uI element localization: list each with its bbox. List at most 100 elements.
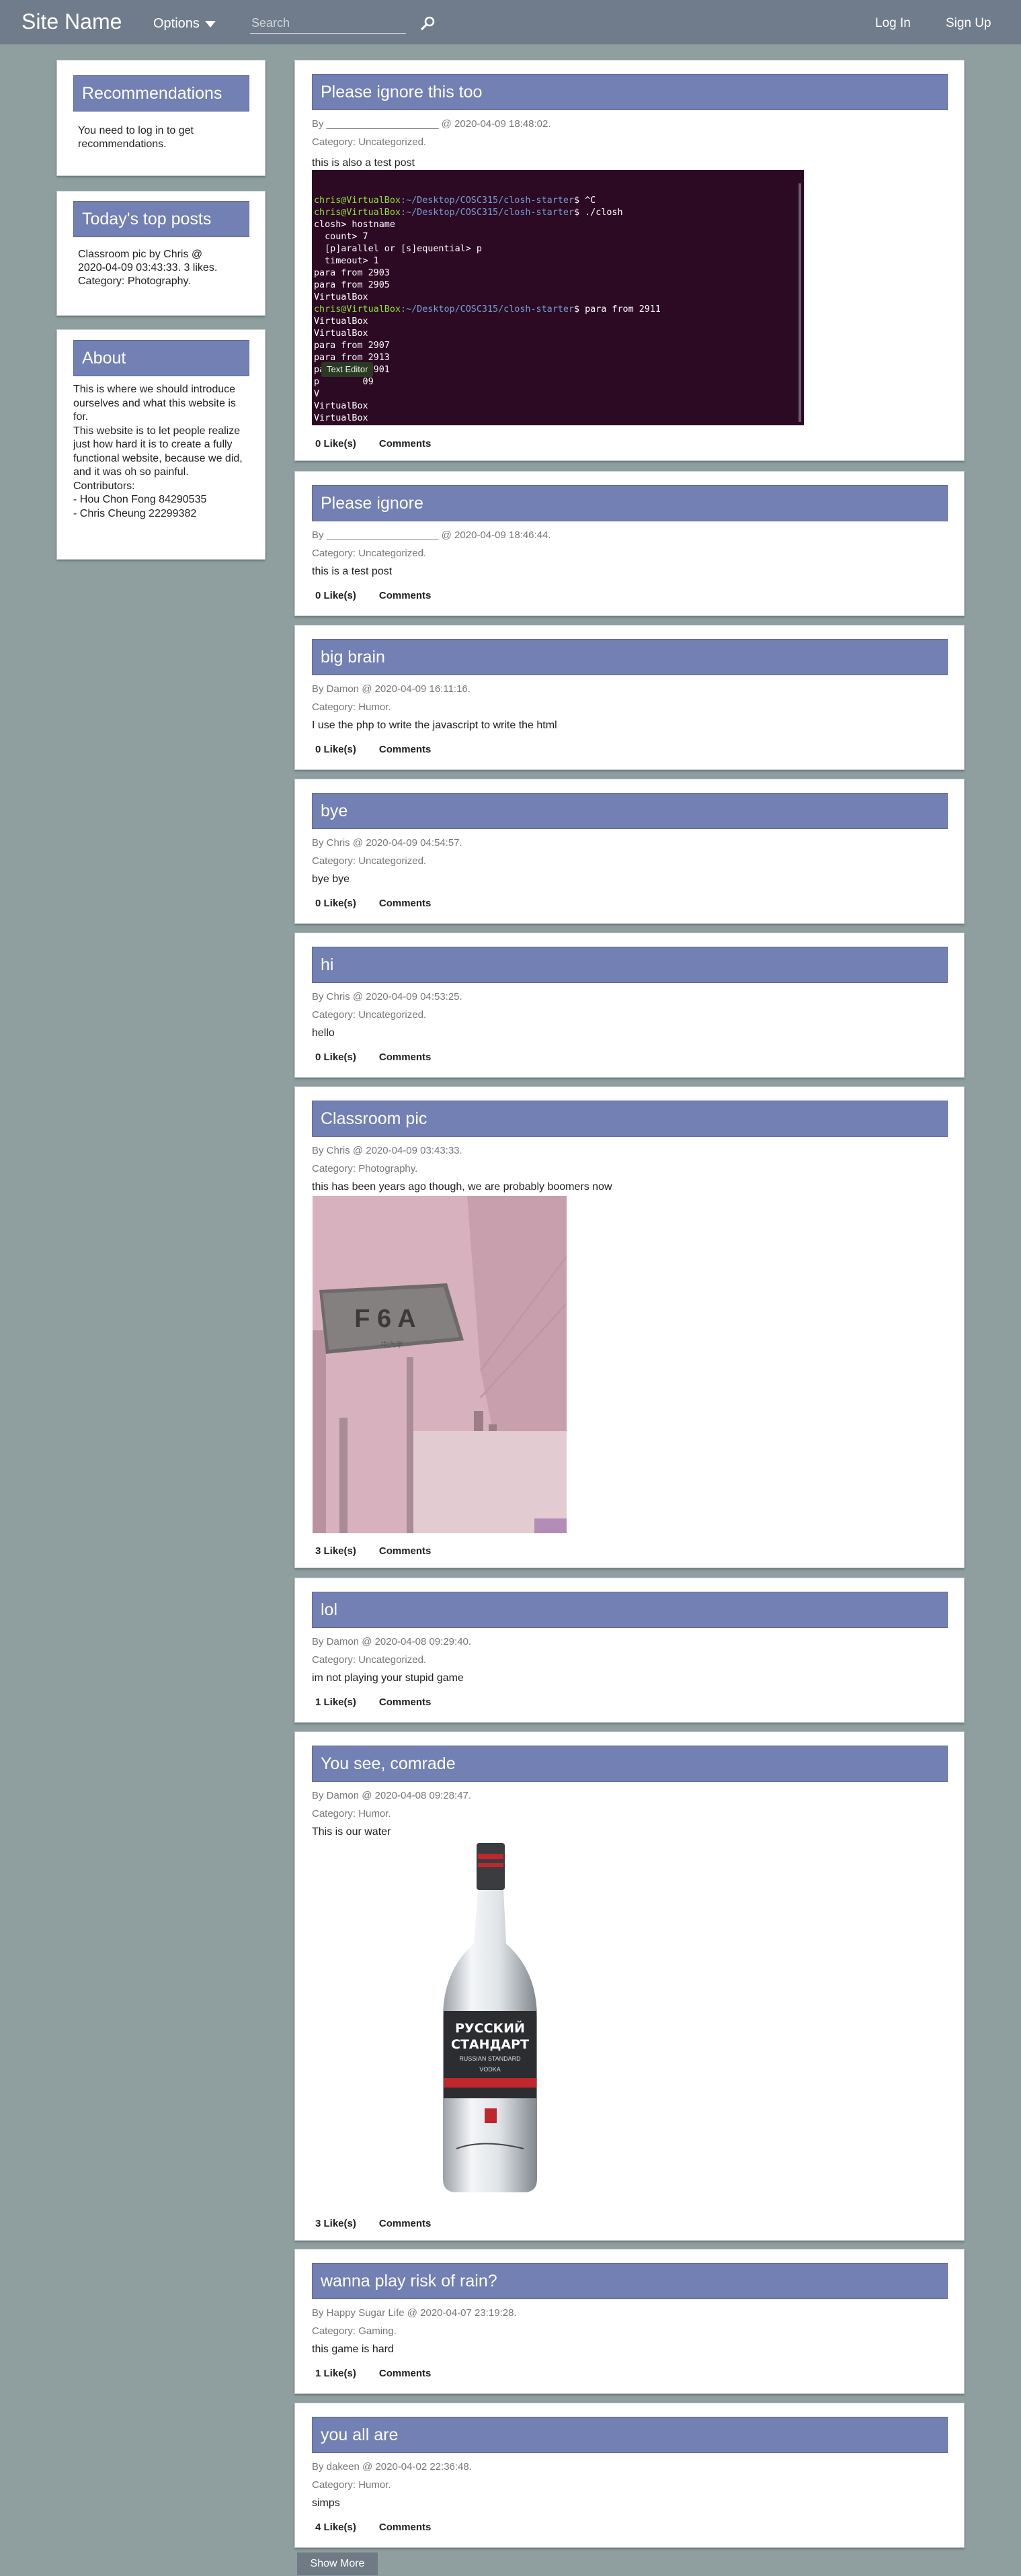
like-button[interactable]: 0 Like(s): [315, 744, 356, 755]
post-category: Category: Uncategorized.: [312, 136, 427, 148]
search-icon[interactable]: [419, 15, 437, 32]
terminal-line: count> 7: [314, 232, 368, 242]
post-title[interactable]: lol: [312, 1592, 948, 1628]
post-meta: By Happy Sugar Life @ 2020-04-07 23:19:2…: [312, 2307, 517, 2319]
post-meta: By ____________________ @ 2020-04-09 18:…: [312, 529, 551, 541]
about-panel: About This is where we should introduce o…: [56, 329, 266, 560]
show-more-button[interactable]: Show More: [297, 2552, 378, 2575]
about-text: This is where we should introduce ourselv…: [73, 384, 243, 519]
comments-button[interactable]: Comments: [379, 898, 432, 909]
like-button[interactable]: 1 Like(s): [315, 1697, 356, 1708]
comments-button[interactable]: Comments: [379, 2368, 432, 2379]
site-name-link[interactable]: Site Name: [22, 9, 122, 34]
post-category: Category: Uncategorized.: [312, 855, 427, 867]
post-body: this is a test post: [312, 566, 393, 577]
recommendations-text: You need to log in to get recommendations…: [78, 125, 194, 150]
post-category: Category: Humor.: [312, 701, 391, 713]
terminal-line: chris@VirtualBox:~/Desktop/COSC315/closh…: [314, 304, 661, 314]
terminal-line: para from 2907: [314, 341, 390, 351]
post-title[interactable]: big brain: [312, 639, 948, 675]
terminal-line: VirtualBox: [314, 329, 368, 339]
post-meta: By ____________________ @ 2020-04-09 18:…: [312, 118, 551, 130]
terminal-line: para from 2913: [314, 353, 390, 363]
like-button[interactable]: 0 Like(s): [315, 438, 356, 449]
terminal-line: VirtualBox: [314, 413, 368, 423]
post-card: bye By Chris @ 2020-04-09 04:54:57. Cate…: [294, 779, 965, 924]
post-actions: 0 Like(s) Comments: [315, 438, 431, 449]
post-title[interactable]: wanna play risk of rain?: [312, 2263, 948, 2299]
top-nav: Site Name Options Log In Sign Up: [0, 0, 1021, 44]
like-button[interactable]: 0 Like(s): [315, 590, 356, 601]
comments-button[interactable]: Comments: [379, 1545, 432, 1557]
post-category: Category: Humor.: [312, 2479, 391, 2491]
post-body: this has been years ago though, we are p…: [312, 1181, 612, 1193]
like-button[interactable]: 3 Like(s): [315, 1545, 356, 1557]
vodka-bottle-image: РУССКИЙ СТАНДАРТ RUSSIAN STANDARD VODKA: [443, 1843, 537, 2192]
post-body: This is our water: [312, 1826, 391, 1838]
post-title[interactable]: You see, comrade: [312, 1746, 948, 1782]
about-title: About: [73, 340, 249, 376]
comments-button[interactable]: Comments: [379, 2522, 432, 2533]
like-button[interactable]: 1 Like(s): [315, 2368, 356, 2379]
post-card: Please ignore this too By ______________…: [294, 60, 965, 461]
search-input[interactable]: [250, 13, 406, 34]
top-posts-title: Today's top posts: [73, 201, 249, 237]
post-card: You see, comrade By Damon @ 2020-04-08 0…: [294, 1731, 965, 2241]
like-button[interactable]: 0 Like(s): [315, 898, 356, 909]
top-posts-text[interactable]: Classroom pic by Chris @2020-04-09 03:43…: [78, 248, 217, 288]
top-posts-panel: Today's top posts Classroom pic by Chris…: [56, 191, 266, 316]
post-title[interactable]: Please ignore this too: [312, 74, 948, 110]
post-category: Category: Uncategorized.: [312, 1654, 427, 1666]
comments-button[interactable]: Comments: [379, 590, 432, 601]
post-category: Category: Humor.: [312, 1808, 391, 1819]
classroom-photo: F 6 A 中六甲: [313, 1196, 567, 1533]
options-dropdown[interactable]: Options: [153, 16, 216, 32]
post-body: bye bye: [312, 873, 350, 885]
post-actions: 0 Like(s) Comments: [315, 590, 431, 601]
post-title[interactable]: bye: [312, 793, 948, 829]
bottle-label-line1: РУССКИЙ: [455, 2020, 525, 2036]
terminal-line: para from 2903: [314, 268, 390, 278]
terminal-line: V: [314, 389, 320, 399]
bottle-label-vodka: VODKA: [479, 2066, 501, 2073]
terminal-scrollbar: [799, 183, 801, 422]
post-body: simps: [312, 2497, 340, 2509]
post-title[interactable]: you all are: [312, 2417, 948, 2453]
post-category: Category: Gaming.: [312, 2325, 397, 2337]
post-title[interactable]: Please ignore: [312, 485, 948, 521]
signup-link[interactable]: Sign Up: [946, 16, 991, 31]
like-button[interactable]: 3 Like(s): [315, 2218, 356, 2229]
terminal-line: para from 2901: [314, 365, 390, 375]
terminal-line: VirtualBox: [314, 401, 368, 411]
post-body: this game is hard: [312, 2344, 394, 2355]
post-category: Category: Uncategorized.: [312, 1009, 427, 1021]
comments-button[interactable]: Comments: [379, 438, 432, 449]
recommendations-title: Recommendations: [73, 75, 249, 112]
like-button[interactable]: 4 Like(s): [315, 2522, 356, 2533]
terminal-line: chris@VirtualBox:~/Desktop/COSC315/closh…: [314, 208, 623, 218]
like-button[interactable]: 0 Like(s): [315, 1051, 356, 1063]
post-meta: By Chris @ 2020-04-09 04:53:25.: [312, 991, 462, 1002]
comments-button[interactable]: Comments: [379, 2218, 432, 2229]
terminal-line: para from 2905: [314, 280, 390, 290]
post-title[interactable]: hi: [312, 947, 948, 983]
sign-text: F 6 A: [354, 1305, 416, 1333]
terminal-line: VirtualBox: [314, 292, 368, 302]
terminal-line: VirtualBox: [314, 316, 368, 327]
comments-button[interactable]: Comments: [379, 1051, 432, 1063]
comments-button[interactable]: Comments: [379, 1697, 432, 1708]
login-link[interactable]: Log In: [875, 16, 911, 31]
post-meta: By Damon @ 2020-04-08 09:29:40.: [312, 1636, 472, 1647]
post-actions: 1 Like(s) Comments: [315, 2368, 431, 2379]
post-title[interactable]: Classroom pic: [312, 1101, 948, 1137]
post-meta: By Chris @ 2020-04-09 03:43:33.: [312, 1145, 462, 1156]
post-meta: By Damon @ 2020-04-09 16:11:16.: [312, 683, 471, 695]
text-editor-tooltip: Text Editor: [321, 362, 374, 377]
post-body: I use the php to write the javascript to…: [312, 720, 557, 731]
options-label: Options: [153, 16, 200, 31]
post-card: lol By Damon @ 2020-04-08 09:29:40. Cate…: [294, 1578, 965, 1723]
terminal-screenshot: chris@VirtualBox:~/Desktop/COSC315/closh…: [312, 170, 804, 425]
post-body: im not playing your stupid game: [312, 1672, 464, 1684]
post-meta: By Chris @ 2020-04-09 04:54:57.: [312, 837, 462, 849]
comments-button[interactable]: Comments: [379, 744, 432, 755]
